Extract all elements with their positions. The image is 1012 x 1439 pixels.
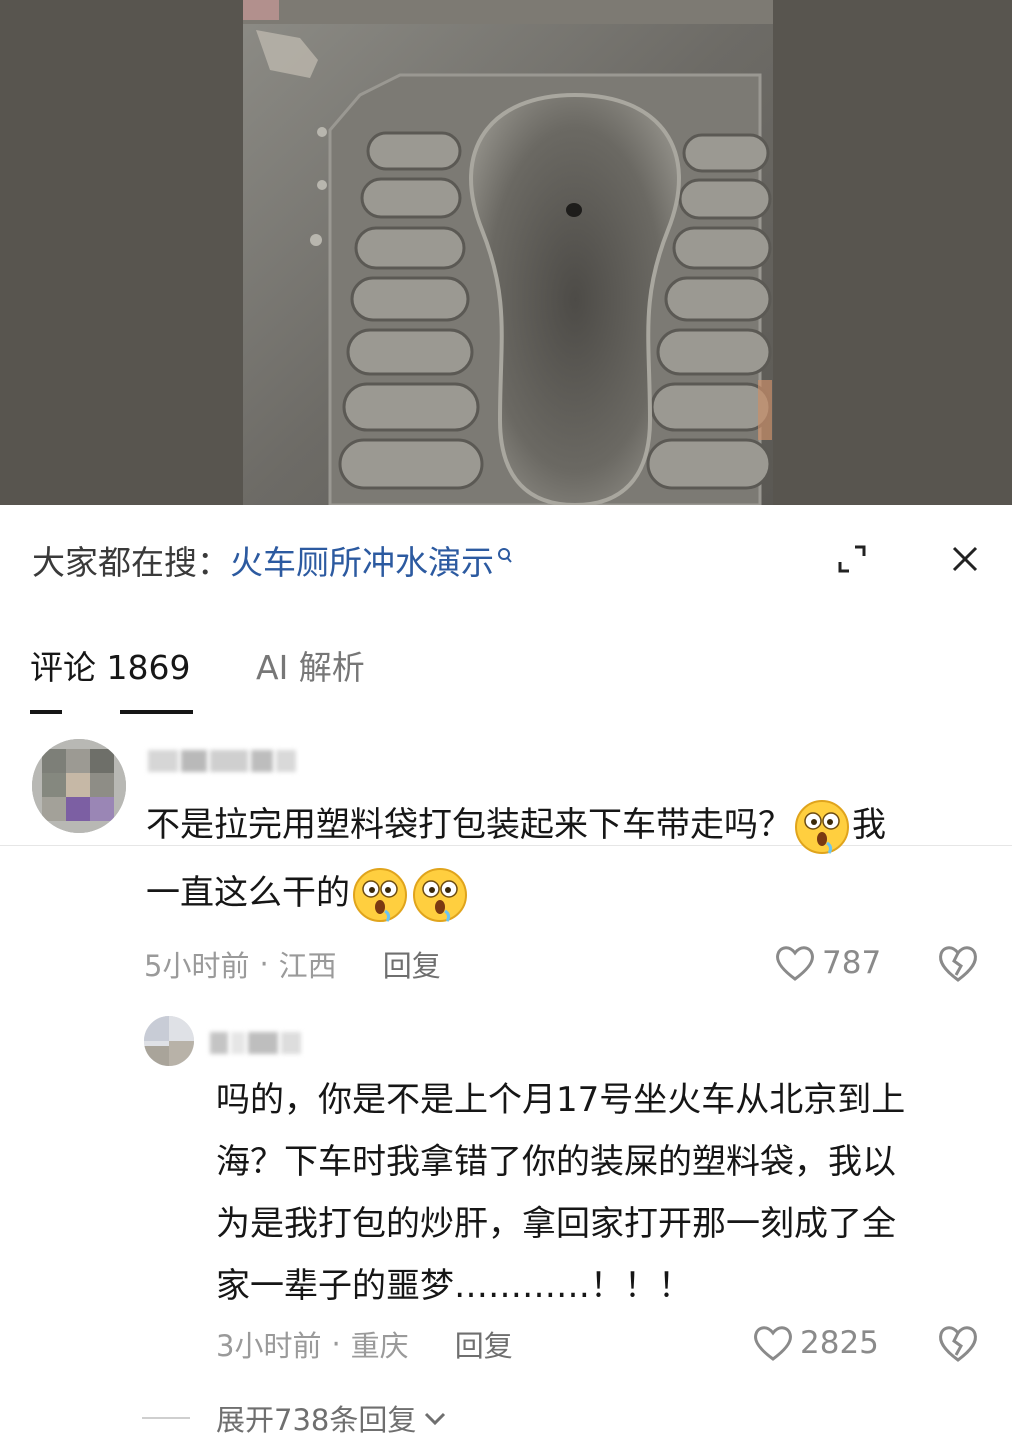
chevron-down-icon xyxy=(425,1412,446,1426)
comment-body: 吗的，你是不是上个月17号坐火车从北京到上 海？下车时我拿错了你的装屎的塑料袋，… xyxy=(216,1069,996,1317)
video-frame[interactable] xyxy=(0,0,1012,505)
avatar-pixelated-image xyxy=(144,1016,194,1066)
comment-time: 5小时前 xyxy=(144,949,250,983)
like-button[interactable]: 787 xyxy=(774,943,881,983)
username-redacted[interactable] xyxy=(210,1030,301,1056)
comment-meta: 5小时前 · 江西 回复 xyxy=(144,943,441,985)
comment-text-line: 一直这么干的 xyxy=(146,873,350,913)
active-tab-indicator xyxy=(30,710,62,714)
trending-search-bar: 大家都在搜： 火车厕所冲水演示 xyxy=(32,535,514,585)
tab-ai-analysis[interactable]: AI 解析 xyxy=(256,641,365,689)
reply-button[interactable]: 回复 xyxy=(383,943,441,985)
username-redacted[interactable] xyxy=(148,748,296,774)
comment-location: 江西 xyxy=(278,949,337,983)
avatar[interactable] xyxy=(32,739,126,833)
comment-time: 3小时前 xyxy=(216,1329,322,1363)
avatar[interactable] xyxy=(144,1016,194,1066)
like-count: 2825 xyxy=(800,1325,879,1361)
comment-location: 重庆 xyxy=(350,1329,409,1363)
heart-icon xyxy=(776,946,814,981)
like-button[interactable]: 2825 xyxy=(752,1323,879,1363)
comment-text-line: 吗的，你是不是上个月17号坐火车从北京到上 xyxy=(216,1080,906,1120)
reply-button[interactable]: 回复 xyxy=(455,1323,513,1365)
search-icon[interactable] xyxy=(496,545,514,575)
close-icon xyxy=(952,546,978,572)
close-button[interactable] xyxy=(937,531,993,587)
comment-text-line: 家一辈子的噩梦…………！！！ xyxy=(216,1266,692,1306)
like-count: 787 xyxy=(822,945,882,981)
shocked-face-emoji xyxy=(413,867,467,922)
shocked-face-emoji xyxy=(795,799,849,854)
expand-icon xyxy=(838,545,866,573)
trending-search-prefix: 大家都在搜： xyxy=(32,543,230,582)
separator-dot: · xyxy=(331,1327,341,1361)
avatar-pixelated-image xyxy=(32,739,126,833)
separator-dot: · xyxy=(259,947,269,981)
comment-tabs: 评论 1869 AI 解析 xyxy=(0,635,1012,846)
divider xyxy=(142,1417,190,1419)
comment-text-line: 为是我打包的炒肝，拿回家打开那一刻成了全 xyxy=(216,1204,896,1244)
comment-text-line: 我 xyxy=(852,805,886,845)
heart-icon xyxy=(754,1326,792,1361)
broken-heart-icon[interactable] xyxy=(936,1321,980,1365)
train-toilet-photo xyxy=(0,0,1012,505)
comment-meta: 3小时前 · 重庆 回复 xyxy=(216,1323,513,1365)
comment-body: 不是拉完用塑料袋打包装起来下车带走吗？ 我 一直这么干的 xyxy=(146,791,986,927)
shocked-face-emoji xyxy=(353,867,407,922)
comment-sheet: 大家都在搜： 火车厕所冲水演示 评论 1869 AI 解析 不是拉完用塑料袋打包… xyxy=(0,505,1012,1437)
active-tab-indicator xyxy=(120,710,193,714)
broken-heart-icon[interactable] xyxy=(936,941,980,985)
trending-search-link[interactable]: 火车厕所冲水演示 xyxy=(230,536,494,584)
comment-text-line: 不是拉完用塑料袋打包装起来下车带走吗？ xyxy=(146,805,792,845)
expand-button[interactable] xyxy=(824,531,880,587)
tab-comments[interactable]: 评论 1869 xyxy=(30,641,190,689)
comment-text-line: 海？下车时我拿错了你的装屎的塑料袋，我以 xyxy=(216,1142,896,1182)
